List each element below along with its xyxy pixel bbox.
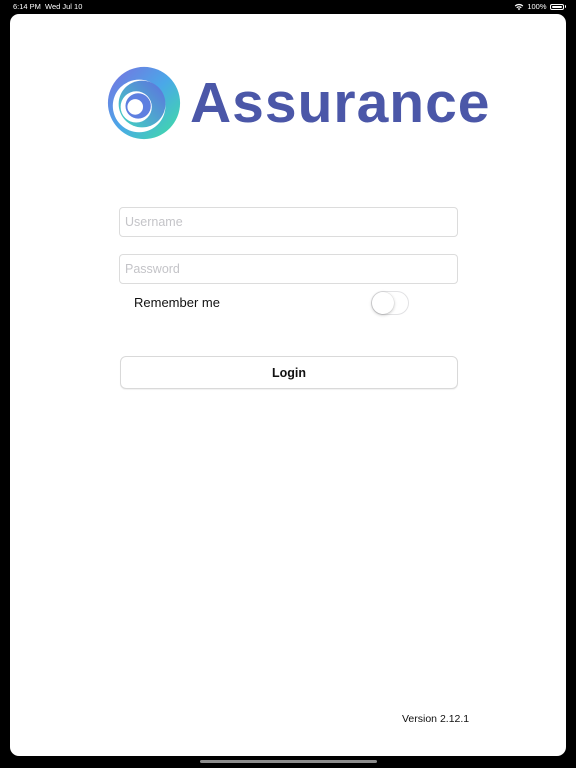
battery-percent: 100% (527, 2, 547, 11)
status-right-group: 100% (514, 2, 566, 11)
remember-me-toggle[interactable] (371, 291, 409, 315)
logo-wordmark: Assurance (190, 71, 491, 135)
password-input[interactable] (119, 254, 458, 284)
wifi-icon (515, 3, 524, 10)
logo-swirl-icon (107, 66, 181, 140)
version-label: Version 2.12.1 (402, 713, 470, 725)
login-button[interactable]: Login (120, 356, 458, 389)
app-logo: Assurance (105, 64, 495, 144)
status-date: Wed Jul 10 (45, 2, 83, 11)
battery-tip (564, 5, 566, 8)
status-time: 6:14 PM (13, 2, 41, 11)
remember-me-label: Remember me (134, 295, 220, 310)
status-bar: 6:14 PM Wed Jul 10 100% (0, 0, 576, 14)
login-screen: Assurance Remember me Login Version 2.12… (10, 14, 566, 756)
username-input[interactable] (119, 207, 458, 237)
home-indicator[interactable] (200, 760, 377, 763)
toggle-knob (372, 292, 394, 314)
battery-icon (549, 3, 564, 10)
